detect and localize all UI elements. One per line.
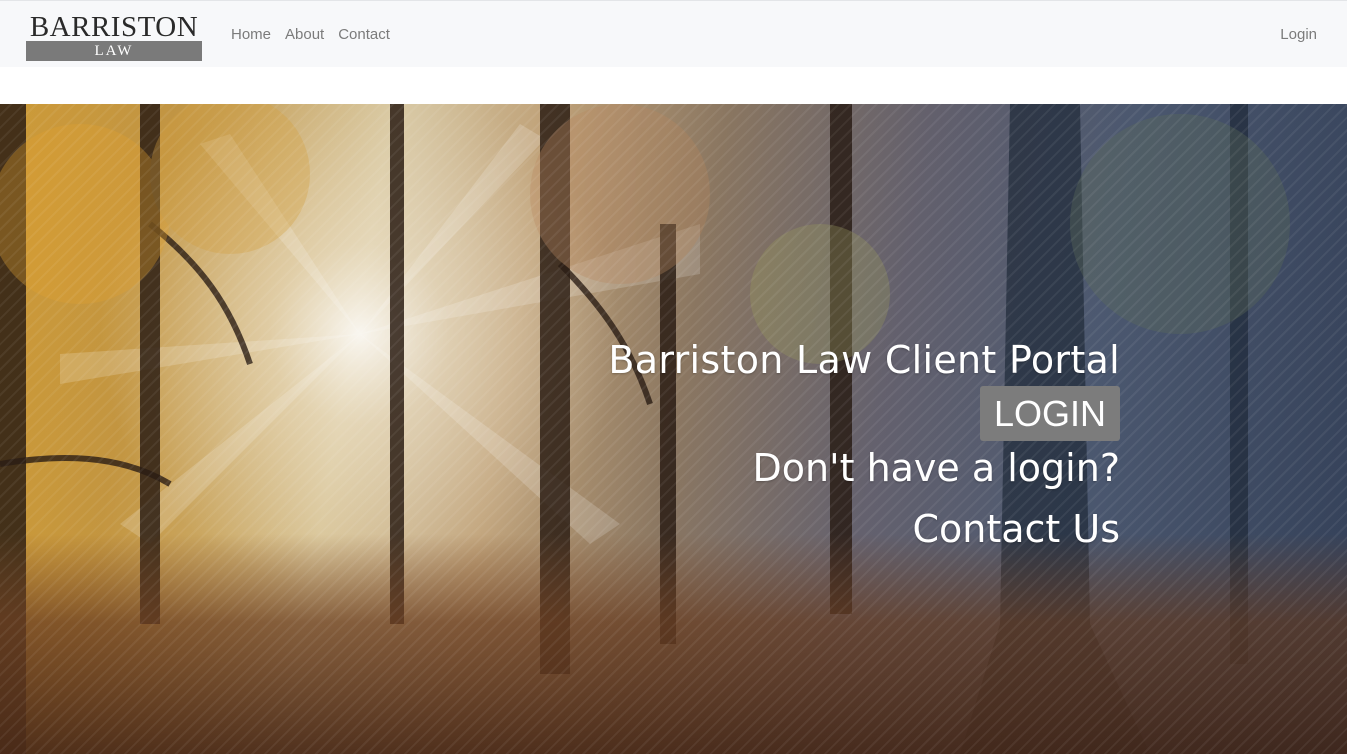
portal-title: Barriston Law Client Portal xyxy=(608,338,1120,382)
no-login-text: Don't have a login? xyxy=(752,446,1120,490)
nav-about-link[interactable]: About xyxy=(285,26,324,43)
nav-contact-link[interactable]: Contact xyxy=(338,26,390,43)
hero-content: Barriston Law Client Portal LOGIN Don't … xyxy=(520,337,1120,552)
brand-subtitle: LAW xyxy=(94,43,134,59)
hero-login-button[interactable]: LOGIN xyxy=(979,386,1120,441)
hero-banner: Barriston Law Client Portal LOGIN Don't … xyxy=(0,104,1347,754)
nav-login-link[interactable]: Login xyxy=(1280,1,1317,68)
nav-links: Home About Contact xyxy=(231,1,404,68)
brand-name: BARRISTON xyxy=(29,11,199,43)
top-navbar: BARRISTON LAW Home About Contact Login xyxy=(0,0,1347,67)
brand-logo[interactable]: BARRISTON LAW xyxy=(26,12,202,62)
nav-home-link[interactable]: Home xyxy=(231,26,271,43)
contact-us-link[interactable]: Contact Us xyxy=(520,506,1120,552)
